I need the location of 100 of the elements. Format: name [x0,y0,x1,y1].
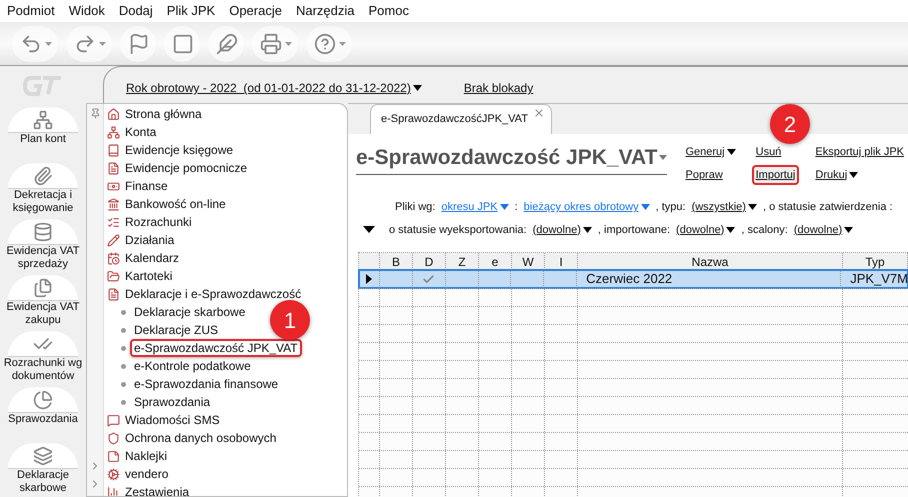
filter-dropdown[interactable]: okresu JPK [441,199,509,216]
nav-item[interactable]: Sprawozdania [0,385,86,442]
folder-icon [107,270,120,282]
nav-item[interactable]: Plan kont [0,105,86,162]
menu-item[interactable]: Plik JPK [166,1,216,21]
tab[interactable]: e-SprawozdawczośćJPK_VAT [370,104,552,134]
nav-item[interactable]: Ewidencja VAT zakupu [0,273,86,330]
filter-dropdown[interactable]: (dowolne) [794,222,854,238]
tree-item[interactable]: Bankowość on-line [107,195,347,213]
toolbar-button[interactable] [208,26,244,62]
filter-label: : [514,200,518,215]
printer-icon [260,32,282,54]
filter-label: , scalony: [741,222,788,238]
close-icon[interactable] [533,107,545,119]
bullet-icon [121,400,126,404]
tree-item[interactable]: Sprawozdania [134,393,210,411]
tree-item[interactable]: Ochrona danych osobowych [107,429,347,447]
page-heading: e-Sprawozdawczość JPK_VAT [356,142,668,174]
caret-icon [748,204,757,210]
filter-dropdown[interactable]: bieżący okres obrotowy [524,199,650,216]
tree-item[interactable]: Wiadomości SMS [107,411,347,429]
flag-icon [128,32,150,54]
filter-label: o statusie wyeksportowania: [389,222,527,238]
caret-icon [726,149,736,156]
tree-item[interactable]: Strona główna [107,105,347,123]
nav-item[interactable]: Dekretacja i księgowanie [0,161,86,218]
calendar-icon [107,252,120,264]
tree-item[interactable]: Kalendarz [107,249,347,267]
filter-dropdown[interactable]: (dowolne) [676,222,736,238]
bank-icon [107,198,120,210]
tree-item[interactable]: Kartoteki [107,267,347,285]
caret-icon [45,42,52,46]
menu-item[interactable]: Dodaj [118,1,153,21]
tree-item[interactable]: Naklejki [107,447,347,465]
layers-icon [33,446,53,466]
menu-item[interactable]: Narzędzia [296,1,354,21]
files-icon [33,278,53,298]
nav-item[interactable]: Ewidencja VAT sprzedaży [0,217,86,274]
filter-dropdown[interactable]: (wszystkie) [692,199,757,216]
toolbar-button[interactable] [252,26,298,62]
paperclip-icon [33,166,53,186]
tree-item[interactable]: e-Kontrole podatkowe [134,357,251,375]
nav-item[interactable]: Deklaracje skarbowe [0,441,86,497]
menu-item[interactable]: Podmiot [7,1,55,21]
filter-label: , typu: [656,200,686,215]
filter-label: Pliki wg: [395,200,436,215]
table-row[interactable]: Czerwiec 2022 JPK_V7M [359,270,908,288]
feather-icon [216,32,238,54]
back-arrow-icon [20,32,42,54]
collapse-triangle-icon[interactable] [363,226,375,234]
tree-item[interactable]: e-Sprawozdawczość JPK_VAT [130,339,302,357]
network-icon [107,126,120,138]
tree-item[interactable]: Deklaracje i e-Sprawozdawczość [107,285,347,303]
action-link[interactable]: Usuń [756,144,796,160]
tree-item[interactable]: Deklaracje ZUS [134,321,218,339]
menu-item[interactable]: Pomoc [368,1,409,21]
book-icon [107,144,120,156]
action-link[interactable]: Drukuj [815,164,904,185]
filter-label: , o statusie zatwierdzenia : [762,200,893,215]
tree-item[interactable]: Działania [107,231,347,249]
fiscal-year-link[interactable]: Rok obrotowy - 2022 (od 01-01-2022 do 31-12-2022) [126,79,422,97]
caret-icon [726,226,736,233]
gear-icon [107,468,120,480]
tree-item[interactable]: Finanse [107,177,347,195]
tree-item[interactable]: vendero [107,465,347,483]
tree-item[interactable]: e-Sprawozdania finansowe [134,375,278,393]
forward-arrow-icon [74,32,96,54]
tree-item[interactable]: Rozrachunki [107,213,347,231]
action-link[interactable]: Popraw [685,164,736,185]
tree-item[interactable]: Konta [107,123,347,141]
document-icon [107,288,120,300]
menu-item[interactable]: Operacje [229,1,282,21]
filter-dropdown[interactable]: (dowolne) [532,222,592,238]
pin-icon[interactable] [90,108,100,119]
toolbar-button[interactable] [120,26,156,62]
bullet-icon [121,382,126,386]
shield-icon [107,432,120,444]
caret-icon [844,226,854,233]
toolbar-button[interactable] [12,26,58,62]
toolbar-button[interactable] [66,26,112,62]
tree-item[interactable]: Ewidencje pomocnicze [107,159,347,177]
bullet-icon [121,328,126,332]
menu-item[interactable]: Widok [68,1,105,21]
action-link[interactable]: Eksportuj plik JPK [815,144,904,160]
table-cell-text: JPK_V7M [849,270,908,288]
tree-item[interactable]: Ewidencje księgowe [107,141,347,159]
action-link[interactable]: Generuj [685,144,736,160]
action-link[interactable]: Importuj [752,164,800,185]
toolbar-button[interactable] [164,26,200,62]
network-icon [33,110,53,130]
caret-icon [339,42,346,46]
nav-item[interactable]: Rozrachunki wg dokumentów [0,329,86,386]
filter-label: , importowane: [598,222,670,238]
toolbar-button[interactable] [306,26,352,62]
tree-item[interactable]: Deklaracje skarbowe [134,303,246,321]
caret-icon [412,85,422,91]
lock-status-link[interactable]: Brak blokady [464,79,534,97]
tree-item[interactable]: Zestawienia [107,483,347,496]
row-pointer-icon [366,274,372,284]
pie-chart-icon [33,390,53,410]
